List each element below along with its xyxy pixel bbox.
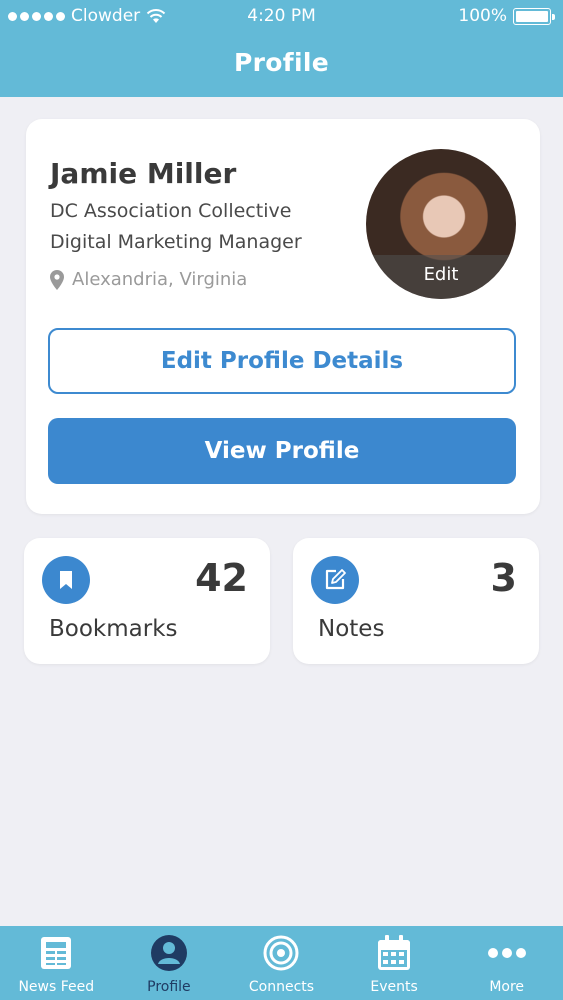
profile-card: Jamie Miller DC Association Collective D… <box>26 119 540 514</box>
profile-organization: DC Association Collective <box>50 200 292 222</box>
tab-news-feed[interactable]: News Feed <box>0 926 113 1000</box>
calendar-icon <box>378 935 411 970</box>
more-dots-icon <box>487 948 526 958</box>
tab-bar: News Feed Profile Connects Events More <box>0 926 563 1000</box>
location-pin-icon <box>50 269 64 290</box>
tab-label: News Feed <box>18 979 95 995</box>
notes-card[interactable]: 3 Notes <box>293 538 539 664</box>
battery-icon <box>513 7 555 25</box>
target-icon <box>263 935 299 971</box>
tab-label: More <box>489 979 525 995</box>
notes-label: Notes <box>318 616 385 642</box>
tab-more[interactable]: More <box>450 926 563 1000</box>
tab-profile[interactable]: Profile <box>113 926 226 1000</box>
battery-percent: 100% <box>458 6 507 26</box>
user-icon <box>150 935 187 971</box>
profile-job-title: Digital Marketing Manager <box>50 231 302 253</box>
avatar-edit-label[interactable]: Edit <box>366 255 516 299</box>
notes-count: 3 <box>490 556 517 600</box>
edit-profile-details-button[interactable]: Edit Profile Details <box>48 328 516 394</box>
view-profile-button[interactable]: View Profile <box>48 418 516 484</box>
bookmark-icon <box>42 556 90 604</box>
bookmarks-card[interactable]: 42 Bookmarks <box>24 538 270 664</box>
tab-events[interactable]: Events <box>338 926 451 1000</box>
tab-label: Events <box>370 979 418 995</box>
bookmarks-count: 42 <box>195 556 248 600</box>
tab-label: Connects <box>248 979 315 995</box>
profile-name: Jamie Miller <box>50 157 237 190</box>
bookmarks-label: Bookmarks <box>49 616 178 642</box>
tab-label: Profile <box>147 979 191 995</box>
tab-connects[interactable]: Connects <box>225 926 338 1000</box>
avatar[interactable]: Edit <box>366 149 516 299</box>
edit-note-icon <box>311 556 359 604</box>
status-bar: Clowder 4:20 PM 100% <box>0 0 563 32</box>
location-text: Alexandria, Virginia <box>72 269 248 290</box>
page-title: Profile <box>234 48 329 77</box>
top-bar: Clowder 4:20 PM 100% Profile <box>0 0 563 97</box>
profile-location: Alexandria, Virginia <box>50 269 247 290</box>
newspaper-icon <box>41 937 72 969</box>
